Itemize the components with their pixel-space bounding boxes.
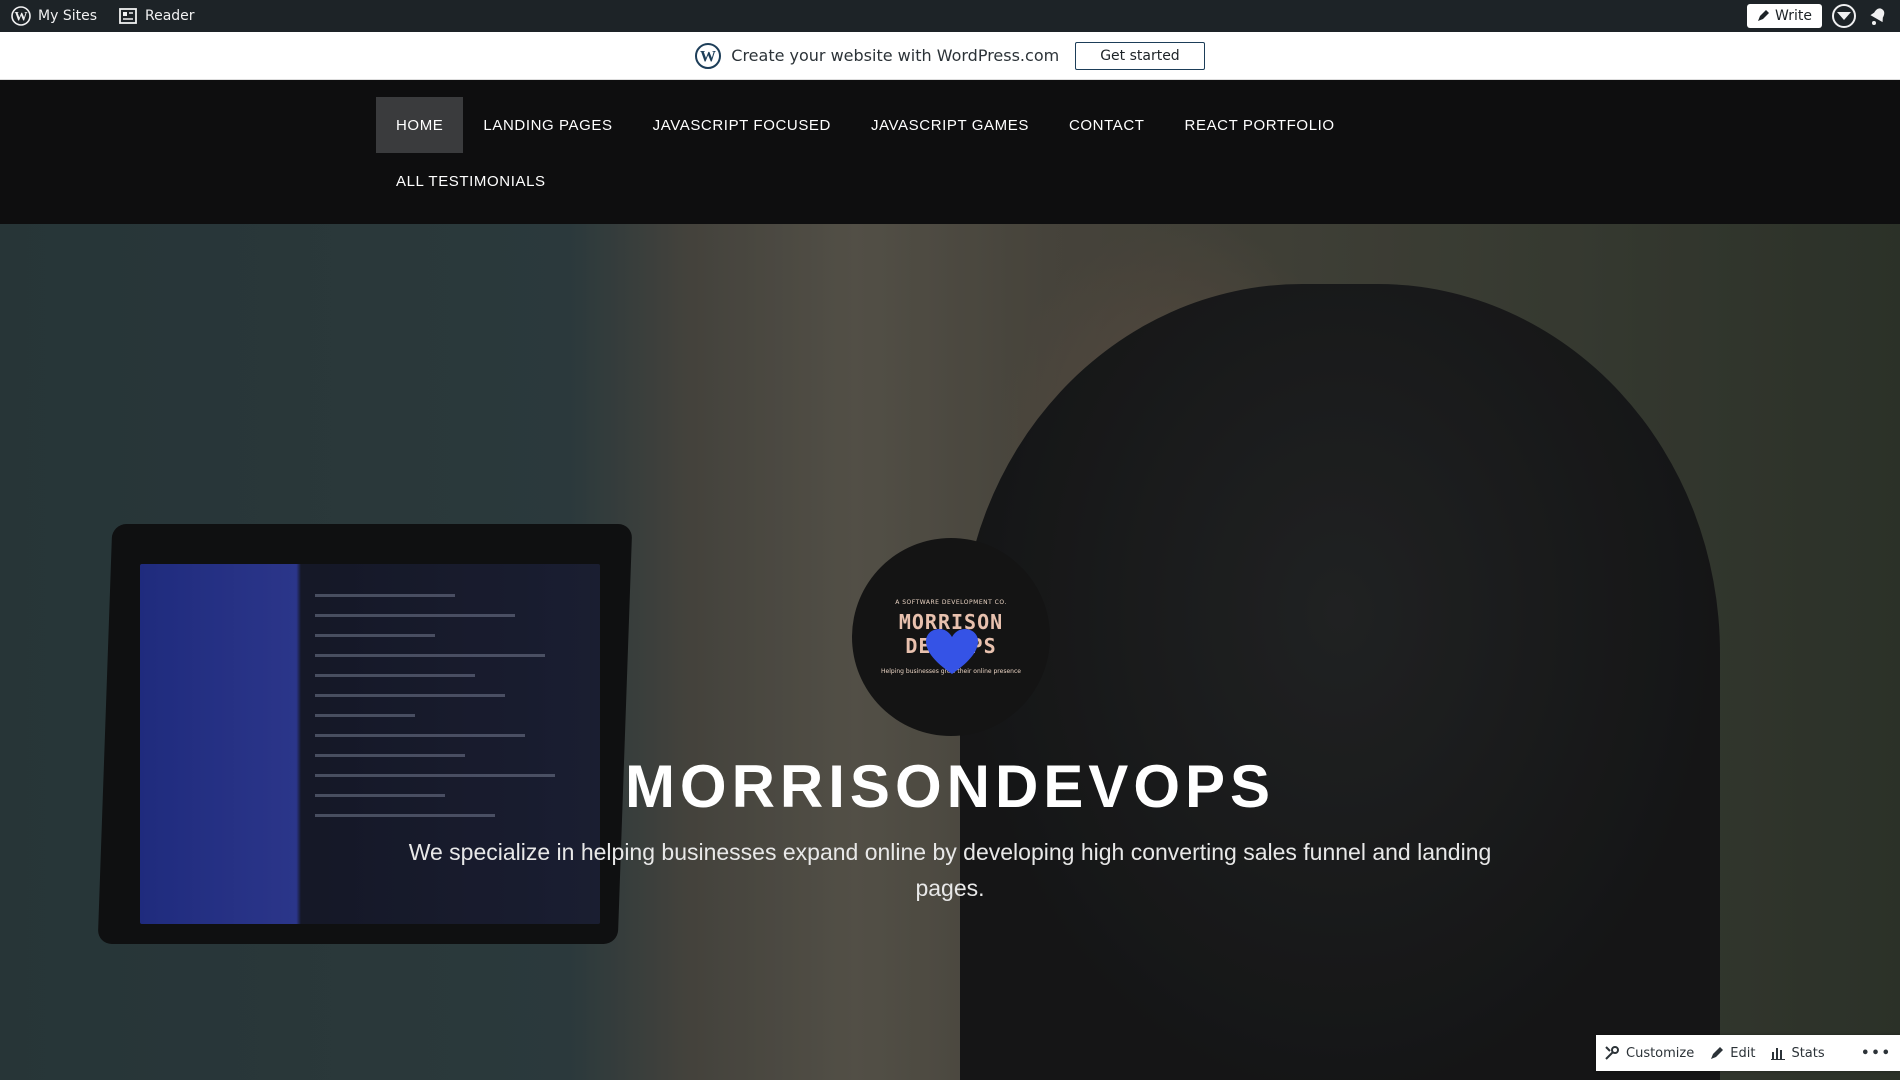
write-label: Write xyxy=(1775,8,1812,24)
action-bar: Customize Edit Stats ••• xyxy=(1596,1035,1900,1071)
stats-icon xyxy=(1771,1048,1786,1060)
reader-label: Reader xyxy=(145,8,195,24)
site-logo[interactable]: A SOFTWARE DEVELOPMENT CO. MORRISON DEV … xyxy=(852,538,1050,736)
customize-label: Customize xyxy=(1626,1045,1695,1061)
nav-item-javascript-focused[interactable]: JAVASCRIPT FOCUSED xyxy=(633,97,851,153)
nav-item-all-testimonials[interactable]: ALL TESTIMONIALS xyxy=(376,153,566,209)
pencil-icon xyxy=(1758,10,1770,21)
logo-tagline: A SOFTWARE DEVELOPMENT CO. xyxy=(895,599,1007,606)
hero-section: A SOFTWARE DEVELOPMENT CO. MORRISON DEV … xyxy=(0,224,1900,1080)
edit-label: Edit xyxy=(1730,1045,1756,1061)
heart-icon xyxy=(926,629,978,674)
reader-button[interactable]: Reader xyxy=(107,0,205,32)
wordpress-logo-icon: W xyxy=(695,42,722,69)
site-title[interactable]: MORRISONDEVOPS xyxy=(0,752,1900,821)
nav-item-javascript-games[interactable]: JAVASCRIPT GAMES xyxy=(851,97,1049,153)
svg-text:W: W xyxy=(700,48,716,65)
wordpress-logo-icon: W xyxy=(10,5,32,27)
nav-item-home[interactable]: HOME xyxy=(376,97,464,153)
my-sites-button[interactable]: W My Sites xyxy=(0,0,107,32)
my-sites-label: My Sites xyxy=(38,8,97,24)
pencil-icon xyxy=(1711,1047,1724,1059)
nav-item-contact[interactable]: CONTACT xyxy=(1049,97,1165,153)
promo-banner: W Create your website with WordPress.com… xyxy=(0,32,1900,80)
customize-icon xyxy=(1605,1046,1619,1060)
reader-icon xyxy=(117,5,139,27)
stats-button[interactable]: Stats xyxy=(1771,1045,1825,1061)
customize-button[interactable]: Customize xyxy=(1604,1045,1694,1061)
main-navigation: HOME LANDING PAGES JAVASCRIPT FOCUSED JA… xyxy=(0,80,1900,224)
edit-button[interactable]: Edit xyxy=(1710,1046,1755,1061)
nav-item-react-portfolio[interactable]: REACT PORTFOLIO xyxy=(1165,97,1355,153)
nav-item-landing-pages[interactable]: LANDING PAGES xyxy=(463,97,632,153)
get-started-button[interactable]: Get started xyxy=(1075,41,1205,70)
notifications-icon[interactable] xyxy=(1866,4,1890,28)
avatar-icon[interactable] xyxy=(1832,4,1856,28)
write-button[interactable]: Write xyxy=(1747,4,1822,28)
promo-text: Create your website with WordPress.com xyxy=(731,46,1060,65)
svg-text:W: W xyxy=(15,9,28,24)
more-options-button[interactable]: ••• xyxy=(1861,1046,1892,1061)
site-description: We specialize in helping businesses expa… xyxy=(408,839,1492,901)
admin-bar: W My Sites Reader Write xyxy=(0,0,1900,32)
stats-label: Stats xyxy=(1791,1045,1825,1061)
